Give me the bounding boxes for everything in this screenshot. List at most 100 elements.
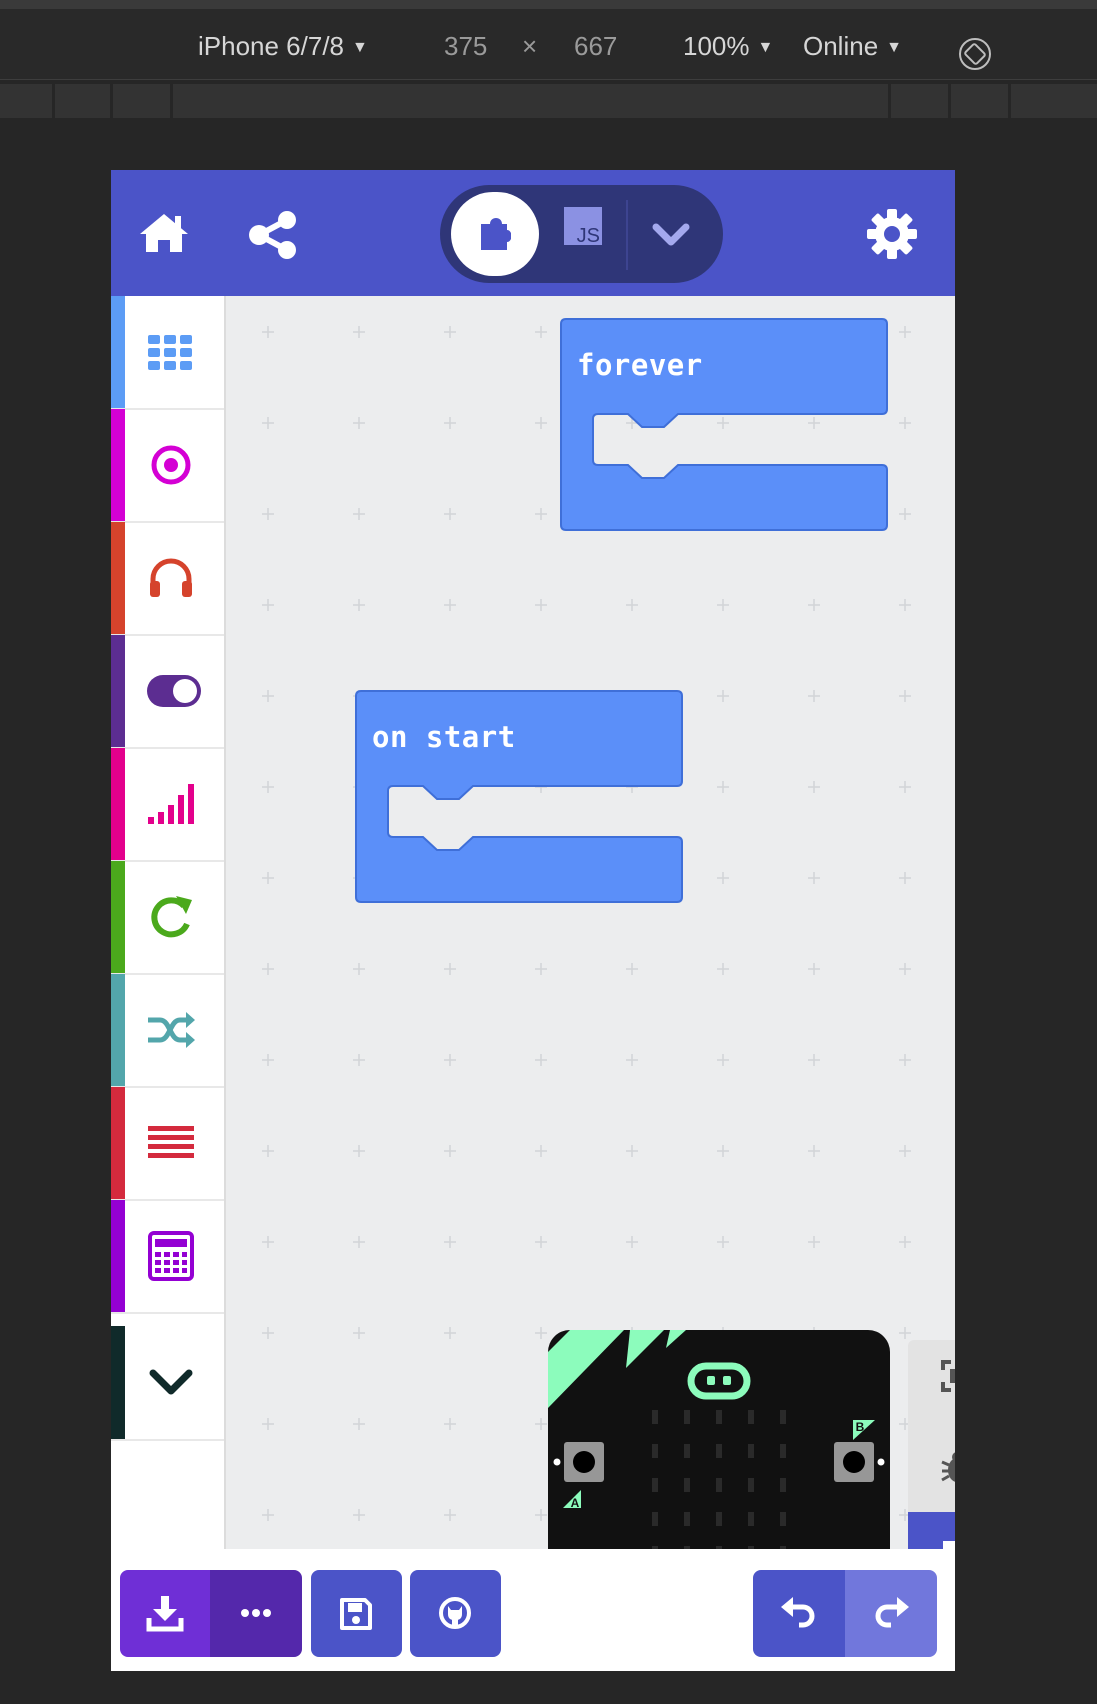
category-basic[interactable] <box>111 296 224 410</box>
throttle-caret-icon: ▼ <box>886 39 902 56</box>
category-music[interactable] <box>111 522 224 636</box>
led-pixel <box>748 1478 754 1492</box>
device-caret-icon: ▼ <box>352 39 368 56</box>
category-color-bar <box>111 1200 125 1312</box>
device-select[interactable]: iPhone 6/7/8 ▼ <box>198 31 368 66</box>
bug-icon <box>941 1452 955 1482</box>
redo-button[interactable] <box>845 1570 937 1657</box>
led-pixel <box>748 1512 754 1526</box>
led-pixel <box>652 1410 658 1424</box>
forever-block[interactable]: forever <box>560 318 888 537</box>
device-name: iPhone 6/7/8 <box>198 31 345 61</box>
category-radio[interactable] <box>111 748 224 862</box>
category-color-bar <box>111 974 125 1086</box>
category-color-bar <box>111 1087 125 1199</box>
ellipsis-icon <box>241 1609 271 1617</box>
signal-icon <box>148 784 194 824</box>
devtools-media-ruler <box>0 84 1097 118</box>
js-label: JS <box>577 225 600 245</box>
led-pixel <box>780 1410 786 1424</box>
led-pixel <box>652 1444 658 1458</box>
chevron-down-icon <box>149 1369 193 1395</box>
led-pixel <box>716 1444 722 1458</box>
undo-icon <box>781 1597 815 1628</box>
category-color-bar <box>111 861 125 973</box>
toggle-icon <box>147 675 201 707</box>
led-pixel <box>780 1512 786 1526</box>
led-pixel <box>684 1410 690 1424</box>
home-icon[interactable] <box>138 210 190 254</box>
editor-header: JS <box>111 170 955 296</box>
led-pixel <box>684 1478 690 1492</box>
github-button[interactable] <box>410 1570 501 1657</box>
editor-bottom-toolbar <box>111 1549 955 1671</box>
category-variables[interactable] <box>111 1087 224 1201</box>
refresh-icon <box>151 896 192 938</box>
led-pixel <box>652 1478 658 1492</box>
fullscreen-button[interactable] <box>908 1340 955 1426</box>
button-b-label: B <box>856 1420 865 1434</box>
blocks-editor-button[interactable] <box>451 192 539 276</box>
category-loops[interactable] <box>111 861 224 975</box>
led-pixel <box>780 1478 786 1492</box>
download-button[interactable] <box>120 1570 210 1657</box>
viewport-height-input[interactable]: 667 <box>574 31 617 61</box>
github-icon <box>439 1597 471 1629</box>
fullscreen-icon <box>941 1360 955 1392</box>
debug-button[interactable] <box>908 1426 955 1512</box>
download-icon <box>146 1596 184 1632</box>
forever-block-label: forever <box>577 348 703 382</box>
more-options-button[interactable] <box>210 1570 302 1657</box>
category-more[interactable] <box>111 1326 224 1441</box>
category-color-bar <box>111 635 125 747</box>
gear-icon[interactable] <box>866 208 918 260</box>
dimension-times: × <box>522 31 538 61</box>
device-viewport: JS forever on start A B <box>111 170 955 1671</box>
blocks-workspace[interactable]: forever on start A B <box>226 296 955 1671</box>
devtools-top-edge <box>0 0 1097 9</box>
shuffle-icon <box>148 1012 195 1048</box>
category-color-bar <box>111 296 125 408</box>
on-start-block[interactable]: on start <box>355 690 683 909</box>
led-pixel <box>748 1444 754 1458</box>
on-start-block-label: on start <box>372 720 516 754</box>
led-pixel <box>748 1410 754 1424</box>
puzzle-icon <box>481 218 511 250</box>
category-logic[interactable] <box>111 974 224 1088</box>
share-icon[interactable] <box>248 210 298 260</box>
throttle-select[interactable]: Online ▼ <box>803 31 902 66</box>
target-icon <box>151 445 191 485</box>
viewport-width-input[interactable]: 375 <box>444 31 487 61</box>
category-color-bar <box>111 522 125 634</box>
save-button[interactable] <box>311 1570 402 1657</box>
list-icon <box>148 1126 194 1158</box>
devtools-device-toolbar: iPhone 6/7/8 ▼ 375 × 667 100% ▼ Online ▼ <box>0 9 1097 80</box>
led-pixel <box>716 1512 722 1526</box>
led-pixel <box>684 1512 690 1526</box>
toggle-divider <box>626 200 628 270</box>
rotate-icon[interactable] <box>958 37 992 71</box>
redo-icon <box>875 1597 909 1628</box>
headphones-icon <box>150 558 192 597</box>
category-led[interactable] <box>111 635 224 749</box>
led-pixel <box>716 1478 722 1492</box>
category-input[interactable] <box>111 409 224 523</box>
zoom-value: 100% <box>683 31 750 61</box>
zoom-caret-icon: ▼ <box>757 39 774 56</box>
calculator-icon <box>148 1231 194 1281</box>
zoom-select[interactable]: 100% ▼ <box>683 31 773 66</box>
javascript-editor-button[interactable]: JS <box>564 207 602 245</box>
undo-button[interactable] <box>753 1570 845 1657</box>
throttle-value: Online <box>803 31 879 61</box>
save-icon <box>340 1598 372 1630</box>
toolbox <box>111 296 226 1671</box>
chevron-down-icon[interactable] <box>650 215 692 253</box>
category-color-bar <box>111 409 125 521</box>
category-color-bar <box>111 1326 125 1439</box>
category-math[interactable] <box>111 1200 224 1314</box>
led-pixel <box>652 1512 658 1526</box>
led-pixel <box>716 1410 722 1424</box>
led-pixel <box>684 1444 690 1458</box>
button-a-label: A <box>571 1496 580 1510</box>
grid-icon <box>148 335 192 370</box>
